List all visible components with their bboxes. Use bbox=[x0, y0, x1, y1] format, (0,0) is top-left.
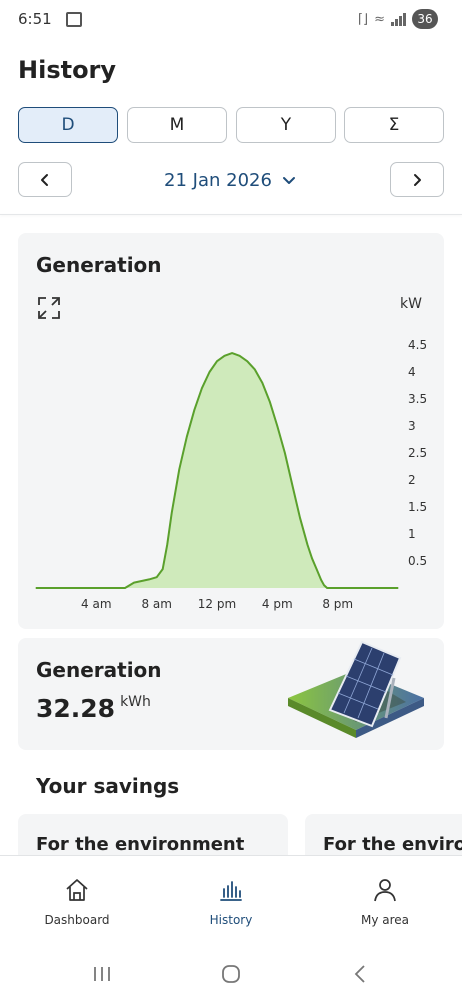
generation-total-title: Generation bbox=[36, 658, 162, 682]
data-point bbox=[171, 511, 173, 513]
y-tick-label: 2 bbox=[408, 473, 416, 487]
y-tick-label: 3 bbox=[408, 419, 416, 433]
person-icon bbox=[372, 876, 398, 904]
status-time: 6:51 bbox=[18, 10, 52, 28]
signal-icon bbox=[391, 12, 406, 26]
generation-total-row: 32.28 kWh bbox=[36, 694, 151, 723]
nav-my-area[interactable]: My area bbox=[308, 856, 462, 948]
page-title: History bbox=[18, 56, 117, 84]
x-tick-label: 12 pm bbox=[198, 597, 236, 611]
x-tick-label: 8 am bbox=[141, 597, 172, 611]
nav-history-label: History bbox=[209, 913, 253, 927]
data-point bbox=[193, 409, 195, 411]
savings-card-title: For the environment bbox=[36, 834, 245, 855]
data-point bbox=[166, 544, 168, 546]
next-day-button[interactable] bbox=[390, 162, 444, 197]
data-point bbox=[162, 568, 164, 570]
x-tick-label: 8 pm bbox=[322, 597, 353, 611]
data-point bbox=[311, 557, 313, 559]
series-area-fill-0 bbox=[36, 353, 398, 588]
data-point bbox=[284, 452, 286, 454]
chevron-left-icon bbox=[41, 173, 48, 186]
system-navigation-bar bbox=[0, 947, 462, 1000]
vibrate-icon: ⌈⌋ bbox=[357, 11, 369, 27]
notification-app-icon bbox=[66, 12, 82, 27]
generation-area-chart: 0.5 1 1.5 2 2.5 3 3.5 4 4.5 4 am 8 am 12 pm 4 pm 8 p… bbox=[35, 338, 427, 611]
data-point bbox=[299, 517, 301, 519]
data-point bbox=[246, 360, 248, 362]
nav-my-area-label: My area bbox=[360, 913, 410, 927]
generation-chart-card: Generation kW 0.5 1 1.5 2 2.5 3 3.5 4 4.5 4 am 8 … bbox=[18, 233, 444, 629]
header-divider bbox=[0, 214, 462, 215]
data-point bbox=[223, 355, 226, 357]
y-tick-label: 4.5 bbox=[408, 338, 427, 352]
tab-day[interactable]: D bbox=[18, 107, 118, 143]
nav-dashboard[interactable]: Dashboard bbox=[0, 856, 154, 948]
data-point bbox=[201, 387, 203, 389]
previous-day-button[interactable] bbox=[18, 162, 72, 197]
date-picker[interactable]: 21 Jan 2026 bbox=[150, 166, 310, 194]
generation-total-value: 32.28 bbox=[36, 694, 116, 723]
data-point bbox=[216, 360, 218, 362]
chevron-right-icon bbox=[414, 173, 421, 186]
solar-panel-illustration bbox=[288, 640, 424, 738]
wifi-icon: ≈ bbox=[374, 11, 385, 27]
status-icons: ⌈⌋ ≈ 36 bbox=[358, 9, 438, 29]
data-point bbox=[186, 436, 188, 438]
chevron-down-icon bbox=[282, 177, 295, 184]
data-point bbox=[124, 587, 126, 589]
y-tick-label: 1.5 bbox=[408, 500, 427, 514]
bottom-navigation: Dashboard History My area bbox=[0, 855, 462, 947]
data-point bbox=[306, 544, 309, 546]
data-point bbox=[326, 587, 328, 589]
savings-section-title: Your savings bbox=[36, 774, 180, 798]
data-point bbox=[178, 468, 180, 470]
y-tick-label: 1 bbox=[408, 527, 416, 541]
data-point bbox=[208, 371, 211, 373]
generation-total-card: Generation 32.28 kWh bbox=[18, 638, 444, 750]
data-point bbox=[231, 352, 233, 354]
data-point bbox=[148, 578, 150, 580]
battery-icon: 36 bbox=[412, 9, 438, 29]
data-point bbox=[35, 587, 37, 589]
savings-card-title-2: For the environment bbox=[323, 834, 462, 855]
tab-month[interactable]: M bbox=[127, 107, 227, 143]
data-point bbox=[276, 425, 278, 427]
data-point bbox=[316, 568, 318, 570]
back-icon[interactable] bbox=[330, 947, 390, 1000]
recents-icon[interactable] bbox=[72, 947, 132, 1000]
data-point bbox=[269, 401, 271, 403]
data-point bbox=[254, 368, 256, 370]
status-bar: 6:51 ⌈⌋ ≈ 36 bbox=[0, 0, 462, 40]
nav-history[interactable]: History bbox=[154, 856, 308, 948]
data-point bbox=[261, 382, 263, 384]
date-label: 21 Jan 2026 bbox=[164, 169, 272, 191]
home-icon bbox=[64, 876, 90, 904]
x-tick-label: 4 pm bbox=[262, 597, 293, 611]
data-point bbox=[320, 579, 322, 581]
y-tick-label: 2.5 bbox=[408, 446, 427, 460]
generation-total-unit: kWh bbox=[120, 694, 151, 710]
nav-dashboard-label: Dashboard bbox=[44, 913, 110, 927]
bar-chart-icon bbox=[218, 876, 244, 904]
tab-total[interactable]: Σ bbox=[344, 107, 444, 143]
data-point bbox=[323, 584, 325, 586]
y-tick-label: 0.5 bbox=[408, 554, 427, 568]
tab-year[interactable]: Y bbox=[236, 107, 336, 143]
data-point bbox=[156, 576, 158, 578]
data-point bbox=[133, 582, 135, 584]
data-point bbox=[397, 587, 399, 589]
y-tick-label: 4 bbox=[408, 365, 416, 379]
data-point bbox=[291, 484, 293, 486]
x-tick-label: 4 am bbox=[81, 597, 112, 611]
y-tick-label: 3.5 bbox=[408, 392, 427, 406]
data-point bbox=[141, 580, 143, 582]
data-point bbox=[239, 355, 241, 357]
home-button-icon[interactable] bbox=[201, 947, 261, 1000]
